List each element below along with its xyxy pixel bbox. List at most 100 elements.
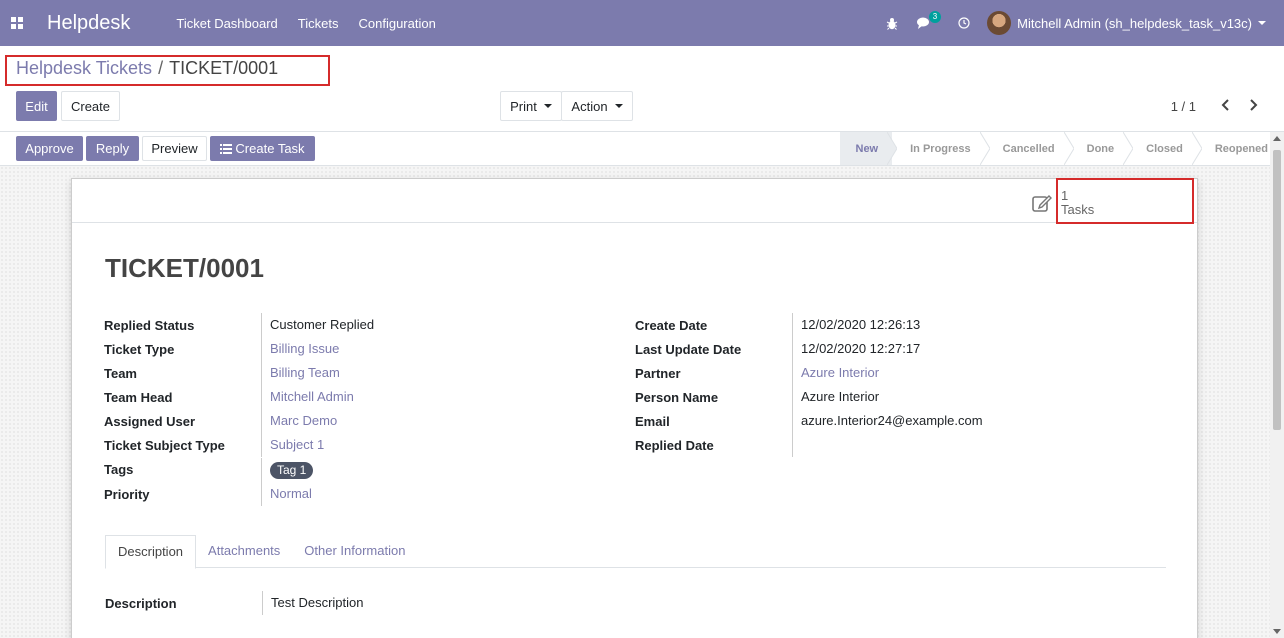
field-value-link[interactable]: Marc Demo — [261, 409, 337, 433]
action-button[interactable]: Action — [561, 91, 633, 121]
field-label: Person Name — [635, 389, 719, 405]
field-label: Create Date — [635, 317, 708, 333]
field-value: 12/02/2020 12:27:17 — [792, 337, 920, 361]
field-value: Customer Replied — [261, 313, 374, 337]
stage-label: Reopened — [1214, 142, 1268, 155]
stage-new[interactable]: New — [839, 132, 898, 165]
field-value-link[interactable]: Mitchell Admin — [261, 385, 354, 409]
tab-attachments[interactable]: Attachments — [196, 535, 292, 567]
field-value-link[interactable]: Azure Interior — [792, 361, 879, 385]
action-label: Action — [571, 98, 608, 114]
tag-pill[interactable]: Tag 1 — [270, 461, 314, 479]
caret-down-icon — [543, 104, 552, 108]
pager-value[interactable]: 1 / 1 — [1171, 99, 1196, 114]
clock-icon[interactable] — [955, 14, 973, 32]
apps-icon[interactable] — [0, 0, 34, 46]
field-label: Team Head — [104, 389, 173, 405]
field-label: Partner — [635, 365, 681, 381]
stage-label: In Progress — [910, 142, 971, 155]
edit-button[interactable]: Edit — [16, 91, 57, 121]
stage-label: Cancelled — [1002, 142, 1055, 155]
edit-icon — [1032, 195, 1052, 212]
reply-button[interactable]: Reply — [86, 136, 139, 161]
print-label: Print — [510, 98, 537, 114]
pager-previous-icon[interactable] — [1218, 96, 1234, 114]
field-label: Assigned User — [104, 413, 196, 429]
top-navbar: Helpdesk Ticket Dashboard Tickets Config… — [0, 0, 1284, 46]
stage-reopened[interactable]: Reopened — [1197, 132, 1270, 165]
field-label: Ticket Type — [104, 341, 175, 357]
chevron-down-icon[interactable] — [1258, 21, 1266, 25]
stage-closed[interactable]: Closed — [1128, 132, 1202, 165]
field-tags: Tags Tag 1 — [104, 457, 374, 482]
user-menu[interactable]: Mitchell Admin (sh_helpdesk_task_v13c) — [1017, 16, 1252, 31]
field-value: azure.Interior24@example.com — [792, 409, 983, 433]
stage-done[interactable]: Done — [1069, 132, 1134, 165]
pager-next-icon[interactable] — [1245, 96, 1261, 114]
bug-icon[interactable] — [883, 14, 901, 32]
approve-button[interactable]: Approve — [16, 136, 83, 161]
stage-label: Done — [1086, 142, 1115, 155]
field-value-link[interactable]: Subject 1 — [261, 433, 324, 457]
caret-down-icon — [614, 104, 623, 108]
avatar[interactable] — [987, 11, 1012, 35]
field-last-update-date: Last Update Date 12/02/2020 12:27:17 — [635, 337, 983, 361]
field-value: Tag 1 — [261, 457, 314, 482]
field-team: Team Billing Team — [104, 361, 374, 385]
list-icon — [220, 143, 233, 154]
create-button[interactable]: Create — [61, 91, 120, 121]
field-value-link[interactable]: Billing Issue — [261, 337, 339, 361]
form-statusbar: Approve Reply Preview Create Task New In… — [0, 131, 1284, 166]
print-button[interactable]: Print — [500, 91, 562, 121]
preview-button[interactable]: Preview — [142, 136, 207, 161]
field-value-link[interactable]: Normal — [261, 482, 312, 506]
field-label: Team — [104, 365, 137, 381]
field-label: Tags — [104, 462, 134, 477]
smart-button-box: 1 Tasks — [72, 179, 1197, 223]
chat-icon[interactable]: 3 — [915, 11, 942, 32]
field-label: Replied Status — [104, 317, 195, 333]
tab-description[interactable]: Description — [105, 535, 197, 569]
field-ticket-type: Ticket Type Billing Issue — [104, 337, 374, 361]
create-task-button[interactable]: Create Task — [210, 136, 315, 161]
field-value — [792, 433, 801, 457]
menu-configuration[interactable]: Configuration — [359, 16, 436, 31]
field-person-name: Person Name Azure Interior — [635, 385, 983, 409]
form-sheet: 1 Tasks TICKET/0001 Replied Status Custo… — [71, 178, 1198, 638]
scroll-thumb[interactable] — [1273, 150, 1281, 430]
field-team-head: Team Head Mitchell Admin — [104, 385, 374, 409]
scroll-up-icon[interactable] — [1273, 136, 1281, 141]
scrollbar[interactable] — [1270, 132, 1284, 638]
field-label: Priority — [104, 486, 150, 502]
stage-bar: New In Progress Cancelled Done Closed Re… — [839, 132, 1271, 165]
field-create-date: Create Date 12/02/2020 12:26:13 — [635, 313, 983, 337]
app-brand[interactable]: Helpdesk — [47, 12, 130, 35]
tab-other-information[interactable]: Other Information — [292, 535, 417, 567]
stage-cancelled[interactable]: Cancelled — [985, 132, 1074, 165]
description-field: Description Test Description — [105, 591, 363, 615]
stage-label: Closed — [1146, 142, 1183, 155]
scroll-down-icon[interactable] — [1273, 629, 1281, 634]
field-label: Replied Date — [635, 437, 714, 453]
field-label: Last Update Date — [635, 341, 742, 357]
stage-label: New — [855, 142, 879, 155]
menu-tickets[interactable]: Tickets — [298, 16, 339, 31]
create-task-label: Create Task — [235, 141, 305, 156]
left-field-group: Replied Status Customer Replied Ticket T… — [104, 313, 374, 506]
field-email: Email azure.Interior24@example.com — [635, 409, 983, 433]
field-replied-date: Replied Date — [635, 433, 983, 457]
field-label: Ticket Subject Type — [104, 437, 225, 453]
field-assigned-user: Assigned User Marc Demo — [104, 409, 374, 433]
chat-count-badge: 3 — [928, 11, 942, 23]
breadcrumb-highlight-box — [5, 55, 330, 86]
field-value-link[interactable]: Billing Team — [261, 361, 340, 385]
description-value: Test Description — [262, 591, 363, 615]
right-field-group: Create Date 12/02/2020 12:26:13 Last Upd… — [635, 313, 983, 457]
ticket-title: TICKET/0001 — [105, 253, 264, 283]
field-value: 12/02/2020 12:26:13 — [792, 313, 920, 337]
menu-ticket-dashboard[interactable]: Ticket Dashboard — [176, 16, 277, 31]
tasks-highlight-box — [1056, 178, 1194, 224]
field-priority: Priority Normal — [104, 482, 374, 506]
stage-in-progress[interactable]: In Progress — [892, 132, 990, 165]
field-partner: Partner Azure Interior — [635, 361, 983, 385]
